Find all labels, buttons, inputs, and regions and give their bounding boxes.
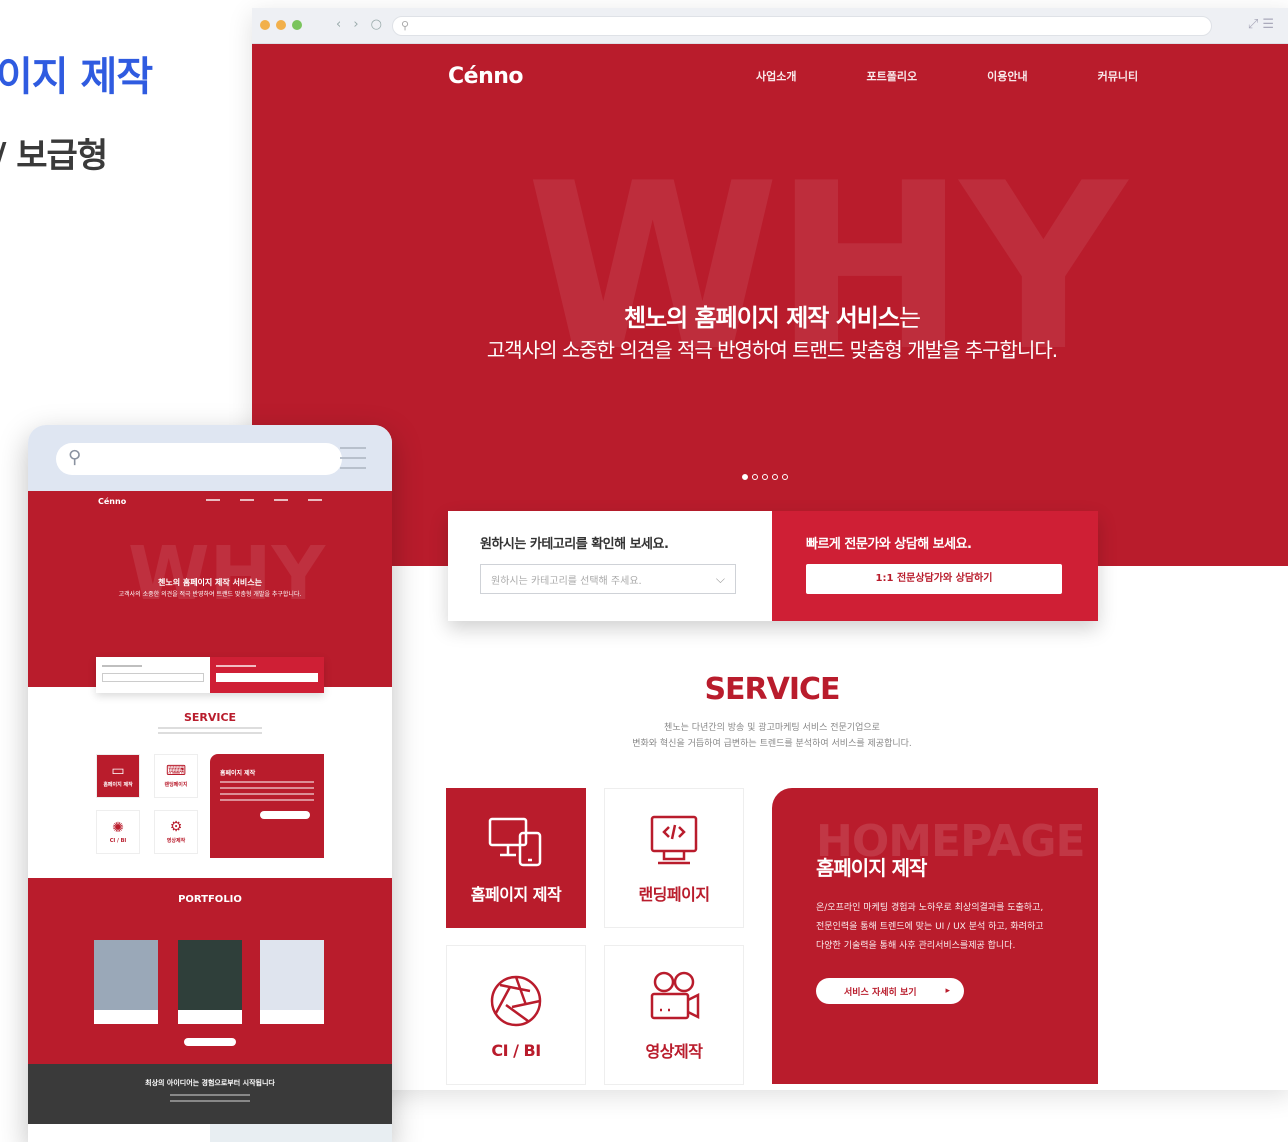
category-consult-card: 원하시는 카테고리를 확인해 보세요. 원하시는 카테고리를 선택해 주세요. …	[448, 511, 1098, 621]
mobile-mockup: ⚲ Cénno WHY 첸노의 홈페이지 제작 서비스는 고객사의 소중한 의견…	[28, 425, 392, 1142]
slider-pagination	[742, 474, 788, 480]
devices-icon: ▭	[111, 763, 125, 779]
browser-menu-icon[interactable]: ⤢ ☰	[1248, 17, 1274, 32]
mobile-tile-landing[interactable]: ⌨ 랜딩페이지	[154, 754, 198, 798]
service-detail-button[interactable]: 서비스 자세히 보기 ▸	[816, 978, 964, 1004]
code-monitor-icon	[650, 815, 698, 865]
aperture-icon	[490, 975, 542, 1026]
close-dot[interactable]	[260, 20, 270, 30]
portfolio-thumbnail[interactable]	[260, 940, 324, 1024]
portfolio-more-button[interactable]	[184, 1038, 236, 1046]
category-panel: 원하시는 카테고리를 확인해 보세요. 원하시는 카테고리를 선택해 주세요. …	[448, 511, 772, 621]
mobile-tile-label: 랜딩페이지	[164, 782, 188, 788]
chevron-down-icon: ⌵	[715, 571, 725, 586]
slider-dot[interactable]	[772, 474, 778, 480]
service-detail-button-label: 서비스 자세히 보기	[844, 987, 917, 998]
mobile-tile-label: CI / BI	[109, 837, 127, 844]
hero-subtitle: 고객사의 소중한 의견을 적극 반영하여 트랜드 맞춤형 개발을 추구합니다.	[486, 338, 1058, 362]
mobile-footer-text: 최상의 아이디어는 경험으로부터 시작됩니다	[145, 1079, 275, 1087]
hero-title-bold: 첸노의 홈페이지 제작 서비스	[623, 304, 900, 332]
browser-toolbar: ‹ › ○ ⚲ ⤢ ☰	[252, 8, 1288, 44]
service-tile-video[interactable]: 영상제작	[604, 945, 744, 1085]
service-tile-cibi[interactable]: CI / BI	[446, 945, 586, 1085]
portfolio-thumbnail[interactable]	[94, 940, 158, 1024]
search-icon: ⚲	[401, 19, 410, 32]
mobile-hero-title: 첸노의 홈페이지 제작 서비스는	[157, 578, 263, 587]
mobile-nav	[206, 499, 322, 501]
mobile-hero-subtitle: 고객사의 소중한 의견을 적극 반영하여 트랜드 맞춤형 개발을 추구합니다.	[118, 591, 302, 598]
mobile-portfolio-section: PORTFOLIO	[28, 878, 392, 1064]
category-label: 원하시는 카테고리를 확인해 보세요.	[480, 537, 669, 552]
hero-title-suffix: 는	[898, 304, 921, 332]
mobile-toolbar: ⚲	[28, 425, 392, 491]
mobile-tile-label: 영상제작	[166, 838, 186, 844]
aperture-icon: ✺	[112, 819, 124, 836]
mobile-search-input[interactable]: ⚲	[56, 443, 342, 475]
site-logo[interactable]: Cénno	[448, 64, 524, 89]
mobile-category-panel[interactable]	[96, 657, 210, 693]
service-description-line: 변화와 혁신을 거듭하여 급변하는 트렌드를 분석하여 서비스를 제공합니다.	[632, 739, 912, 749]
mobile-service-description	[158, 727, 262, 737]
window-controls	[260, 20, 302, 30]
mobile-footer-banner: 최상의 아이디어는 경험으로부터 시작됩니다	[28, 1064, 392, 1124]
desktop-browser-mockup: ‹ › ○ ⚲ ⤢ ☰ Cénno 사업소개 포트폴리오 이용안내 커뮤니티 W…	[252, 8, 1288, 1090]
slider-dot[interactable]	[742, 474, 748, 480]
mobile-category-card	[96, 657, 324, 693]
slider-dot[interactable]	[762, 474, 768, 480]
nav-item-about[interactable]: 사업소개	[756, 68, 796, 84]
maximize-dot[interactable]	[292, 20, 302, 30]
service-tile-label: 랜딩페이지	[638, 885, 710, 904]
map-preview[interactable]	[210, 1124, 392, 1142]
mobile-service-detail: 홈페이지 제작	[210, 754, 324, 858]
consult-button[interactable]: 1:1 전문상담가와 상담하기	[806, 564, 1062, 594]
detail-description: 온/오프라인 마케팅 경험과 노하우로 최상의결과를 도출하고, 전문인력을 통…	[816, 903, 1044, 951]
mobile-detail-title: 홈페이지 제작	[220, 770, 256, 777]
hero-title: 첸노의 홈페이지 제작 서비스는	[252, 298, 1288, 333]
consult-panel: 빠르게 전문가와 상담해 보세요. 1:1 전문상담가와 상담하기	[772, 511, 1098, 621]
service-tile-homepage[interactable]: 홈페이지 제작	[446, 788, 586, 928]
mobile-detail-button[interactable]	[260, 811, 310, 819]
film-camera-icon: ⚙	[169, 819, 183, 835]
service-description: 첸노는 다년간의 방송 및 광고마케팅 서비스 전문기업으로 변화와 혁신을 거…	[252, 720, 1288, 752]
code-monitor-icon: ⌨	[165, 763, 187, 779]
slider-dot[interactable]	[782, 474, 788, 480]
category-select-placeholder: 원하시는 카테고리를 선택해 주세요.	[491, 575, 642, 587]
mobile-hero-background-word: WHY	[128, 531, 326, 617]
service-title: SERVICE	[704, 672, 840, 707]
mobile-logo[interactable]: Cénno	[98, 497, 126, 506]
devices-icon	[488, 817, 542, 867]
nav-item-guide[interactable]: 이용안내	[987, 68, 1027, 84]
search-icon: ⚲	[68, 447, 82, 468]
service-tile-label: CI / BI	[491, 1040, 541, 1060]
page-heading-title: 이지 제작	[0, 54, 153, 100]
mobile-consult-panel[interactable]	[210, 657, 324, 693]
mobile-service-title: SERVICE	[183, 711, 237, 724]
detail-title: 홈페이지 제작	[816, 856, 927, 880]
mobile-tile-label: 홈페이지 제작	[103, 782, 133, 788]
consult-label: 빠르게 전문가와 상담해 보세요.	[806, 537, 972, 552]
main-nav: 사업소개 포트폴리오 이용안내 커뮤니티	[756, 68, 1138, 84]
mobile-portfolio-title: PORTFOLIO	[178, 894, 242, 905]
browser-nav-icons[interactable]: ‹ › ○	[336, 17, 386, 32]
page-heading-subtitle: / 보급형	[0, 136, 108, 176]
service-detail-panel: HOMEPAGE 홈페이지 제작 온/오프라인 마케팅 경험과 노하우로 최상의…	[772, 788, 1098, 1084]
mobile-tile-homepage[interactable]: ▭ 홈페이지 제작	[96, 754, 140, 798]
service-description-line: 첸노는 다년간의 방송 및 광고마케팅 서비스 전문기업으로	[664, 723, 880, 733]
nav-item-portfolio[interactable]: 포트폴리오	[866, 68, 917, 84]
mobile-tile-cibi[interactable]: ✺ CI / BI	[96, 810, 140, 854]
minimize-dot[interactable]	[276, 20, 286, 30]
category-select[interactable]: 원하시는 카테고리를 선택해 주세요. ⌵	[480, 564, 736, 594]
portfolio-thumbnail[interactable]	[178, 940, 242, 1024]
slider-dot[interactable]	[752, 474, 758, 480]
address-bar[interactable]: ⚲	[392, 16, 1212, 36]
hero-section: Cénno 사업소개 포트폴리오 이용안내 커뮤니티 WHY 첸노의 홈페이지 …	[252, 44, 1288, 566]
nav-item-community[interactable]: 커뮤니티	[1098, 68, 1138, 84]
service-tile-landing[interactable]: 랜딩페이지	[604, 788, 744, 928]
mobile-tile-video[interactable]: ⚙ 영상제작	[154, 810, 198, 854]
play-arrow-icon: ▸	[945, 986, 950, 996]
service-tile-label: 홈페이지 제작	[470, 885, 562, 904]
film-camera-icon	[650, 971, 700, 1020]
hamburger-menu-icon[interactable]	[340, 447, 366, 469]
service-tile-label: 영상제작	[645, 1042, 703, 1061]
